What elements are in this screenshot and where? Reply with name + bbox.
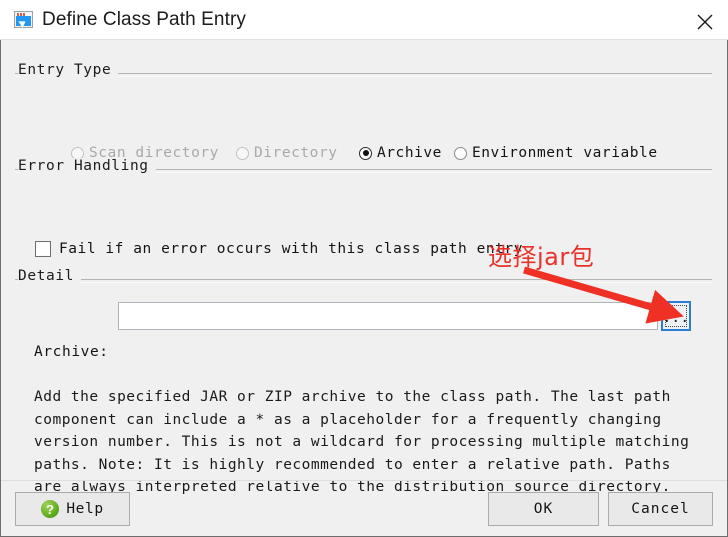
- detail-description: Add the specified JAR or ZIP archive to …: [34, 389, 690, 495]
- checkbox-fail-on-error[interactable]: Fail if an error occurs with this class …: [35, 238, 523, 260]
- group-entry-type-header: Entry Type: [1, 62, 712, 78]
- window-title: Define Class Path Entry: [42, 9, 246, 30]
- archive-field-label: Archive:: [34, 344, 109, 360]
- group-detail-label: Detail: [18, 268, 81, 284]
- annotation-text: 选择jar包: [488, 243, 595, 271]
- footer-separator: [1, 480, 727, 481]
- help-button[interactable]: ? Help: [15, 492, 130, 526]
- group-detail-header: Detail: [1, 268, 712, 284]
- checkbox-fail-on-error-label: Fail if an error occurs with this class …: [59, 241, 523, 257]
- group-error-handling-header: Error Handling: [1, 158, 712, 174]
- group-separator-line: [15, 279, 712, 283]
- app-window-icon: [14, 11, 33, 28]
- help-button-label: Help: [66, 501, 104, 517]
- close-icon[interactable]: [682, 0, 728, 39]
- define-class-path-entry-dialog: Define Class Path Entry Entry Type Scan …: [0, 0, 728, 537]
- ok-button[interactable]: OK: [488, 492, 599, 526]
- archive-input[interactable]: [118, 302, 658, 330]
- browse-button[interactable]: ...: [661, 301, 691, 331]
- browse-button-label: ...: [662, 310, 690, 326]
- group-separator-line: [15, 73, 712, 77]
- group-error-handling-label: Error Handling: [18, 158, 156, 174]
- cancel-button[interactable]: Cancel: [608, 492, 713, 526]
- title-bar: Define Class Path Entry: [0, 0, 728, 40]
- dialog-body: Entry Type Scan directory Directory Arch…: [0, 40, 728, 537]
- checkbox-fail-on-error-box[interactable]: [35, 241, 51, 257]
- question-mark-icon: ?: [41, 500, 60, 518]
- group-entry-type-label: Entry Type: [18, 62, 119, 78]
